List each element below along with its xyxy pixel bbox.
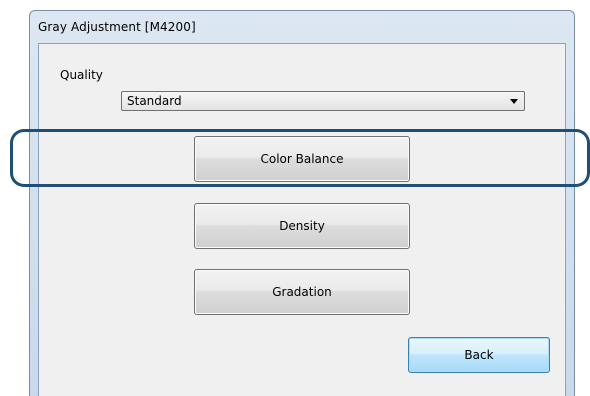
back-button[interactable]: Back [408, 337, 550, 373]
density-button[interactable]: Density [194, 203, 410, 249]
back-button-label: Back [464, 348, 494, 362]
density-button-label: Density [279, 219, 325, 233]
chevron-down-icon[interactable] [510, 99, 518, 104]
quality-label: Quality [60, 68, 103, 82]
gradation-button[interactable]: Gradation [194, 269, 410, 315]
title-bar[interactable]: Gray Adjustment [M4200] [30, 11, 574, 43]
quality-dropdown[interactable]: Standard [121, 91, 525, 111]
window-title: Gray Adjustment [M4200] [38, 20, 196, 34]
highlight-callout [10, 129, 562, 187]
highlight-callout-end [560, 129, 590, 187]
screenshot-stage: Gray Adjustment [M4200] Quality Standard… [0, 0, 590, 396]
gradation-button-label: Gradation [272, 285, 332, 299]
quality-selected-value: Standard [127, 94, 182, 108]
